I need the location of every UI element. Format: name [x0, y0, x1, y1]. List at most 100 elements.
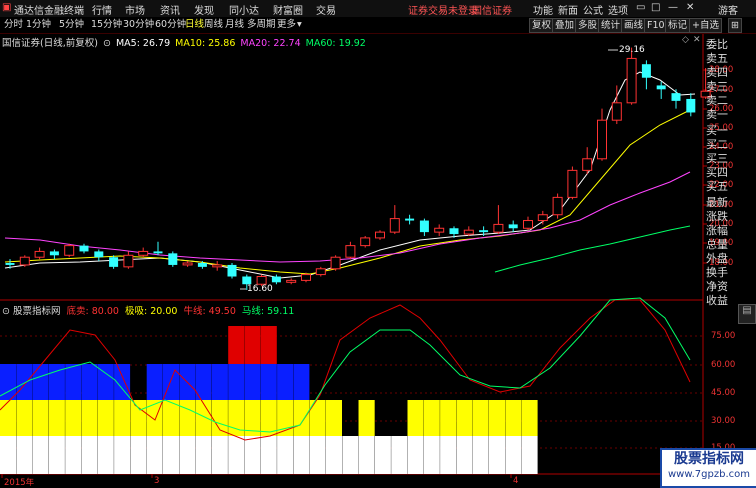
indicator-bar-yellow: [179, 400, 196, 436]
candle-body: [64, 245, 75, 256]
high-price-label: 29.16: [619, 45, 645, 55]
indicator-bar-white: [293, 436, 310, 474]
candle-body: [597, 119, 607, 160]
candle-body: [449, 228, 459, 235]
ma5-label: MA5: 26.79: [115, 38, 171, 49]
indicator-bar-white: [65, 436, 82, 474]
close-panel-icon[interactable]: ✕: [693, 35, 701, 45]
indicator-bar-yellow: [326, 400, 342, 436]
candle-body: [94, 251, 104, 258]
indicator-bar-red: [228, 326, 245, 364]
indicator-bar-yellow: [521, 400, 538, 436]
candle-body: [109, 257, 119, 267]
indicator-bar-yellow: [456, 400, 473, 436]
indicator-bar-white: [146, 436, 163, 474]
candle-body: [227, 264, 237, 277]
low-price-label: 16.60: [247, 284, 273, 294]
indicator-bar-yellow: [48, 400, 65, 436]
side-label-ask1: 卖一: [706, 108, 728, 121]
candle-body: [34, 250, 45, 258]
candle-body: [656, 85, 666, 90]
indicator-icon[interactable]: ⊙: [2, 306, 10, 317]
indicator-bar-white: [489, 436, 505, 474]
indicator-bar-white: [309, 436, 326, 474]
indicator-bar-red: [244, 326, 261, 364]
candle-body: [523, 220, 533, 229]
indicator-bar-white: [472, 436, 489, 474]
candle-body: [49, 251, 59, 256]
indicator-bar-white: [521, 436, 538, 474]
indicator-bar-yellow: [489, 400, 505, 436]
indicator-bar-yellow: [423, 400, 440, 436]
info-icon[interactable]: ⊙: [103, 38, 111, 49]
indicator-bar-white: [456, 436, 473, 474]
indicator-bar-yellow: [32, 400, 49, 436]
candle-body: [389, 218, 400, 233]
candle-body: [463, 229, 474, 235]
sub-chart-header: ⊙ 股票指标网 底卖: 80.00 极吸: 20.00 牛线: 49.50 马线…: [2, 303, 294, 317]
candle-body: [123, 254, 134, 268]
indicator-bar-white: [163, 436, 179, 474]
candle-body: [197, 263, 207, 267]
indicator-bar-yellow: [211, 400, 228, 436]
candle-body: [552, 196, 563, 216]
indicator-title: 股票指标网: [13, 306, 61, 317]
indicator-bar-white: [342, 436, 359, 474]
candle-body: [182, 262, 193, 266]
indicator-bar-white: [130, 436, 147, 474]
candle-body: [301, 274, 311, 281]
indicator-bar-blue: [244, 364, 261, 400]
indicator-bar-white: [81, 436, 98, 474]
chart-canvas[interactable]: [0, 0, 756, 487]
indicator-bar-white: [277, 436, 294, 474]
watermark-url: www.7gpzb.com: [668, 469, 750, 480]
candle-body: [360, 237, 371, 247]
indicator-bar-yellow: [195, 400, 212, 436]
candle-body: [479, 230, 489, 233]
indicator-bar-yellow: [0, 400, 16, 436]
indicator-bar-yellow: [146, 400, 163, 436]
indicator-bar-yellow: [293, 400, 310, 436]
indicator-bar-white: [260, 436, 277, 474]
indicator-bar-blue: [32, 364, 49, 400]
candle-body: [626, 57, 637, 104]
indicator-bar-blue: [81, 364, 98, 400]
candle-body: [153, 251, 163, 254]
indicator-bar-white: [16, 436, 33, 474]
indicator-bar-red: [260, 326, 277, 364]
side-label-bid5: 买五: [706, 180, 728, 193]
candle-body: [686, 98, 696, 113]
indicator-bar-white: [244, 436, 261, 474]
indicator-bar-white: [211, 436, 228, 474]
indicator-bar-white: [423, 436, 440, 474]
candle-body: [138, 250, 149, 256]
indicator-bar-white: [97, 436, 114, 474]
y-tick: 60.00: [711, 360, 736, 370]
x-tick: 3: [154, 476, 160, 486]
candle-body: [434, 227, 445, 233]
y-tick: 30.00: [711, 416, 736, 426]
candle-body: [582, 158, 593, 171]
panel-toggle-icon[interactable]: ▤: [738, 304, 756, 324]
watermark-title: 股票指标网: [674, 451, 744, 467]
indicator-bar-white: [358, 436, 375, 474]
ma20-label: MA20: 22.74: [240, 38, 301, 49]
candle-body: [330, 256, 341, 270]
candle-body: [405, 218, 415, 221]
settings-icon[interactable]: ◇: [682, 35, 689, 45]
x-tick: 2015年: [4, 478, 35, 488]
indicator-bar-blue: [65, 364, 82, 400]
indicator-bar-blue: [228, 364, 245, 400]
candle-body: [286, 279, 297, 283]
indicator-bar-white: [374, 436, 391, 474]
indicator-bar-yellow: [114, 400, 131, 436]
indicator-bar-white: [407, 436, 424, 474]
candle-body: [345, 245, 356, 258]
candle-body: [611, 102, 622, 121]
watermark: 股票指标网 www.7gpzb.com: [660, 448, 756, 488]
candle-body: [641, 64, 651, 78]
candle-body: [419, 220, 429, 233]
candle-body: [537, 214, 548, 222]
indicator-bar-white: [32, 436, 49, 474]
indicator-bar-white: [228, 436, 245, 474]
